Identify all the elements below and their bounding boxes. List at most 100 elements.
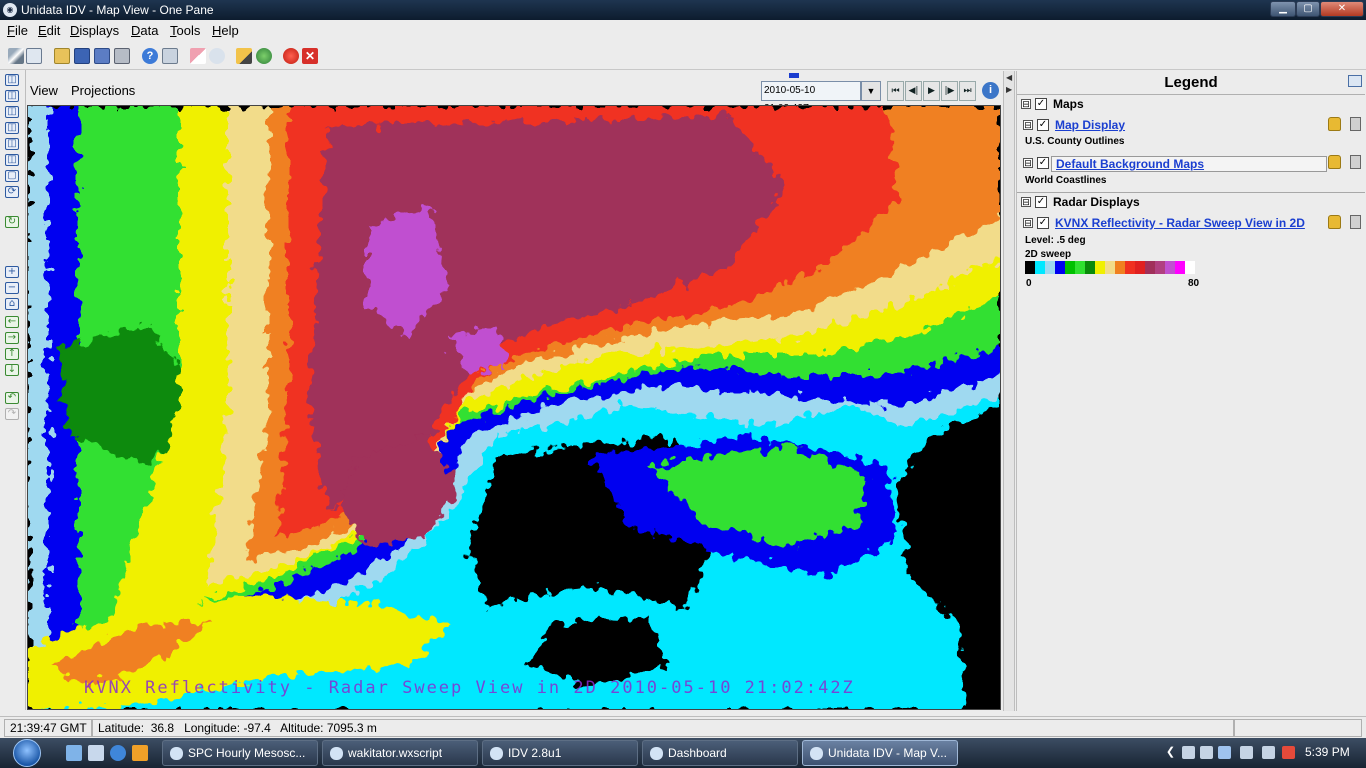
view-south-icon[interactable]: ◫ xyxy=(5,122,19,134)
anim-last-button[interactable]: ⏭ xyxy=(959,81,976,101)
anim-play-button[interactable]: ▶ xyxy=(923,81,940,101)
internet-explorer-icon[interactable] xyxy=(110,745,126,761)
switch-windows-icon[interactable] xyxy=(88,745,104,761)
taskbar-clock[interactable]: 5:39 PM xyxy=(1305,745,1350,759)
taskbar-item[interactable]: SPC Hourly Mesosc... xyxy=(162,740,318,766)
pan-right-icon[interactable]: → xyxy=(5,332,19,344)
view-menu[interactable]: View xyxy=(30,84,58,98)
close-window-button[interactable]: ✕ xyxy=(1320,1,1364,17)
open-folder-icon[interactable] xyxy=(54,48,70,64)
globe-icon[interactable] xyxy=(256,48,272,64)
item-visibility-checkbox[interactable]: ✓ xyxy=(1037,119,1049,131)
radar-map-canvas[interactable]: KVNX Reflectivity - Radar Sweep View in … xyxy=(27,105,1001,710)
undo-icon[interactable]: ↶ xyxy=(5,392,19,404)
close-icon[interactable]: ✕ xyxy=(302,48,318,64)
group-collapse-icon[interactable]: ⊟ xyxy=(1021,197,1031,207)
taskbar-item-active[interactable]: Unidata IDV - Map V... xyxy=(802,740,958,766)
stop-icon[interactable] xyxy=(283,48,299,64)
item-visibility-checkbox[interactable]: ✓ xyxy=(1037,217,1049,229)
menu-edit[interactable]: Edit xyxy=(38,24,60,38)
eraser-icon[interactable] xyxy=(190,48,206,64)
taskbar-item[interactable]: Dashboard xyxy=(642,740,798,766)
status-bar: 21:39:47 GMT Latitude: 36.8 Longitude: -… xyxy=(0,716,1366,738)
item-collapse-icon[interactable]: ⊟ xyxy=(1023,120,1033,130)
anim-first-button[interactable]: ⏮ xyxy=(887,81,904,101)
animation-time-field[interactable]: 2010-05-10 21:02:42Z xyxy=(761,81,861,114)
view-north-icon[interactable]: ◫ xyxy=(5,90,19,102)
group-collapse-icon[interactable]: ⊟ xyxy=(1021,99,1031,109)
trash-icon[interactable] xyxy=(1350,155,1361,169)
trash-icon[interactable] xyxy=(1350,117,1361,131)
view-bottom-icon[interactable]: ◫ xyxy=(5,154,19,166)
redo-icon[interactable]: ↷ xyxy=(5,408,19,420)
kvnx-reflectivity-link[interactable]: KVNX Reflectivity - Radar Sweep View in … xyxy=(1055,216,1305,230)
view-top-icon[interactable]: ◫ xyxy=(5,74,19,86)
zoom-out-icon[interactable]: − xyxy=(5,282,19,294)
save-icon[interactable] xyxy=(74,48,90,64)
taskbar-item[interactable]: wakitator.wxscript xyxy=(322,740,478,766)
map-display-link[interactable]: Map Display xyxy=(1055,118,1125,132)
panel-splitter[interactable]: ◀ ▶ xyxy=(1003,71,1015,711)
tray-display-icon[interactable] xyxy=(1262,746,1275,759)
pan-up-icon[interactable]: ↑ xyxy=(5,348,19,360)
save-as-icon[interactable] xyxy=(94,48,110,64)
maximize-button[interactable]: ▢ xyxy=(1296,1,1320,17)
item-collapse-icon[interactable]: ⊟ xyxy=(1023,218,1033,228)
wand-icon[interactable] xyxy=(8,48,24,64)
anim-step-back-button[interactable]: ◀| xyxy=(905,81,922,101)
menu-help[interactable]: Help xyxy=(212,24,239,38)
help-icon[interactable]: ? xyxy=(142,48,158,64)
anim-step-forward-button[interactable]: |▶ xyxy=(941,81,958,101)
view-west-icon[interactable]: ◫ xyxy=(5,138,19,150)
reset-icon[interactable]: ↻ xyxy=(5,216,19,228)
zoom-in-icon[interactable]: + xyxy=(5,266,19,278)
pan-down-icon[interactable]: ↓ xyxy=(5,364,19,376)
minimize-button[interactable]: ▁ xyxy=(1270,1,1296,17)
pan-left-icon[interactable]: ← xyxy=(5,316,19,328)
window-titlebar[interactable]: ◉ Unidata IDV - Map View - One Pane ▁ ▢ … xyxy=(0,0,1366,20)
tray-expand-icon[interactable]: ❮ xyxy=(1164,746,1177,759)
tray-monitor-icon[interactable] xyxy=(1200,746,1213,759)
menu-data[interactable]: Data xyxy=(131,24,158,38)
colorbar-swatch xyxy=(1185,261,1195,274)
start-button[interactable] xyxy=(4,738,54,768)
menu-tools[interactable]: Tools xyxy=(170,24,200,38)
new-window-icon[interactable] xyxy=(26,48,42,64)
taskbar: SPC Hourly Mesosc... wakitator.wxscript … xyxy=(0,738,1366,768)
item-visibility-checkbox[interactable]: ✓ xyxy=(1037,157,1049,169)
animation-info-icon[interactable]: i xyxy=(982,82,999,99)
taskbar-item[interactable]: IDV 2.8u1 xyxy=(482,740,638,766)
tray-app-icon[interactable] xyxy=(1182,746,1195,759)
tray-volume-muted-icon[interactable] xyxy=(1282,746,1295,759)
menu-displays[interactable]: Displays xyxy=(70,24,119,38)
legend-float-icon[interactable] xyxy=(1348,75,1362,87)
group-radar-checkbox[interactable]: ✓ xyxy=(1035,196,1047,208)
lock-icon[interactable] xyxy=(1328,215,1341,229)
lock-icon[interactable] xyxy=(1328,155,1341,169)
projections-menu[interactable]: Projections xyxy=(71,84,135,98)
media-player-icon[interactable] xyxy=(132,745,148,761)
tray-mail-icon[interactable] xyxy=(1218,746,1231,759)
scissors-icon[interactable] xyxy=(209,48,225,64)
home-icon[interactable]: ⌂ xyxy=(5,298,19,310)
group-maps-checkbox[interactable]: ✓ xyxy=(1035,98,1047,110)
tray-network-icon[interactable] xyxy=(1240,746,1253,759)
default-background-maps-link[interactable]: Default Background Maps xyxy=(1051,156,1327,172)
rotate-icon[interactable]: ⟳ xyxy=(5,186,19,198)
trash-icon[interactable] xyxy=(1350,215,1361,229)
capture-image-icon[interactable] xyxy=(114,48,130,64)
show-desktop-icon[interactable] xyxy=(66,745,82,761)
mail-icon[interactable] xyxy=(162,48,178,64)
windows-orb-icon xyxy=(13,739,41,767)
item-collapse-icon[interactable]: ⊟ xyxy=(1023,158,1033,168)
view-box-icon[interactable]: ▢ xyxy=(5,170,19,182)
lock-icon[interactable] xyxy=(1328,117,1341,131)
menu-file[interactable]: File xyxy=(7,24,28,38)
time-dropdown-button[interactable]: ▼ xyxy=(861,81,881,101)
legend-item-default-background-maps: ⊟ ✓ Default Background Maps xyxy=(1017,153,1365,173)
view-east-icon[interactable]: ◫ xyxy=(5,106,19,118)
pencil-icon[interactable] xyxy=(236,48,252,64)
splitter-collapse-icon[interactable]: ◀ xyxy=(1006,73,1013,82)
splitter-expand-icon[interactable]: ▶ xyxy=(1006,85,1013,94)
idv-app-icon[interactable]: ◉ xyxy=(3,3,17,17)
